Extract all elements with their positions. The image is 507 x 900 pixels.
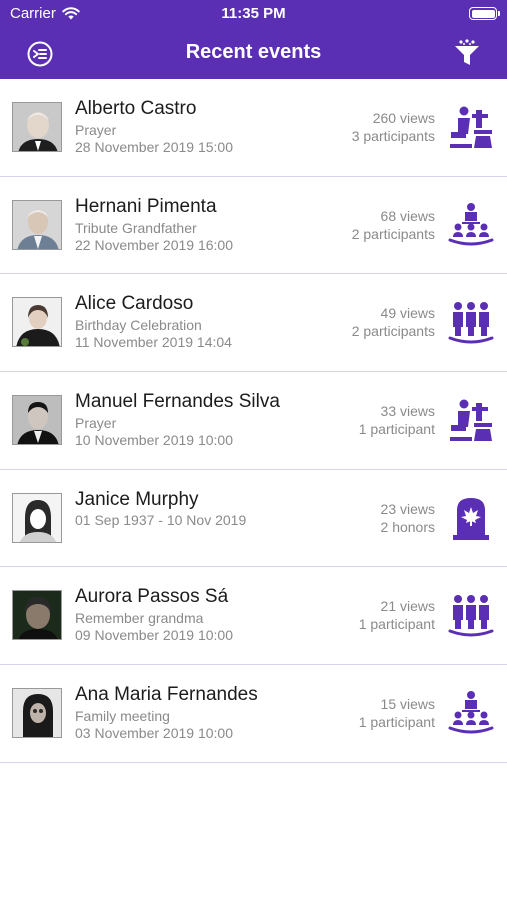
event-person-name: Alberto Castro [75,98,197,119]
group-icon [448,299,494,345]
event-person-name: Alice Cardoso [75,293,194,315]
avatar [12,102,62,152]
event-views: 15 views [380,696,435,713]
event-title: Tribute Grandfather [75,219,197,236]
event-date: 28 November 2019 15:00 [75,139,233,155]
event-date: 22 November 2019 16:00 [75,236,233,253]
event-participants: 3 participants [351,128,435,144]
event-person-name: Manuel Fernandes Silva [75,391,280,413]
prayer-icon [448,104,494,150]
status-bar: Carrier 11:35 PM [0,0,507,28]
event-person-name: Aurora Passos Sá [75,586,229,608]
event-date: 10 November 2019 10:00 [75,432,233,449]
event-row-janice-murphy[interactable]: Janice Murphy 01 Sep 1937 - 10 Nov 2019 … [0,470,507,568]
event-row-aurora-passos-sa[interactable]: Aurora Passos Sá Remember grandma 09 Nov… [0,567,507,666]
prayer-icon [448,397,494,443]
event-title: Family meeting [75,708,170,725]
events-list: Alberto Castro Prayer 28 November 2019 1… [0,79,507,763]
event-participants: 2 participants [351,225,435,242]
event-row-hernani-pimenta[interactable]: Hernani Pimenta Tribute Grandfather 22 N… [0,177,507,275]
event-title: Remember grandma [75,610,204,627]
event-date: 09 November 2019 10:00 [75,627,233,644]
meeting-icon [448,202,494,248]
event-row-alice-cardoso[interactable]: Alice Cardoso Birthday Celebration 11 No… [0,274,507,373]
filter-icon[interactable] [452,38,482,68]
event-date: 01 Sep 1937 - 10 Nov 2019 [75,511,247,528]
event-date: 03 November 2019 10:00 [75,725,233,742]
event-views: 33 views [380,403,435,420]
tombstone-icon [448,495,494,541]
event-date: 11 November 2019 14:04 [75,334,232,351]
avatar [12,199,62,250]
group-icon [448,592,494,638]
status-time: 11:35 PM [221,5,286,22]
event-views: 23 views [380,500,435,517]
event-person-name: Ana Maria Fernandes [75,684,258,706]
event-row-alberto-castro[interactable]: Alberto Castro Prayer 28 November 2019 1… [0,79,507,177]
event-participants: 2 participants [351,323,435,340]
navigation-bar: Recent events [0,28,507,79]
avatar [12,590,62,641]
top-bar: Carrier 11:35 PM Recent events [0,0,507,79]
avatar [12,297,62,348]
event-views: 260 views [372,110,435,126]
battery-icon [469,7,500,20]
event-views: 68 views [380,207,435,224]
event-title: Prayer [75,415,117,432]
event-person-name: Janice Murphy [75,488,199,510]
page-title: Recent events [185,41,322,63]
meeting-icon [448,690,494,736]
avatar [12,688,62,739]
event-views: 49 views [380,305,435,322]
event-title: Prayer [75,122,117,138]
event-views: 21 views [380,598,435,615]
event-title: Birthday Celebration [75,317,202,334]
event-participants: 1 participant [358,616,435,633]
avatar [12,492,62,543]
avatar [12,395,62,446]
event-honors: 2 honors [380,518,435,535]
event-person-name: Hernani Pimenta [75,195,217,217]
event-row-manuel-fernandes-silva[interactable]: Manuel Fernandes Silva Prayer 10 Novembe… [0,372,507,470]
event-participants: 1 participant [358,714,435,731]
event-participants: 1 participant [358,421,435,438]
event-row-ana-maria-fernandes[interactable]: Ana Maria Fernandes Family meeting 03 No… [0,665,507,763]
